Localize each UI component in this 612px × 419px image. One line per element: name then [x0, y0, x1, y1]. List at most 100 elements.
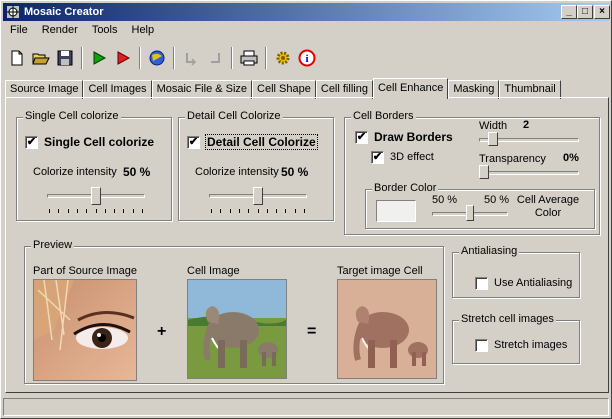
menu-bar: File Render Tools Help: [3, 22, 161, 40]
slider-ticks: [49, 209, 143, 213]
color-mix-slider[interactable]: [466, 205, 474, 221]
info-icon[interactable]: i: [295, 47, 318, 70]
antialiasing-group: Antialiasing Use Antialiasing: [452, 245, 580, 298]
toolbar-separator: [231, 47, 233, 69]
group-title: Preview: [31, 239, 75, 251]
border-color-swatch[interactable]: [376, 200, 416, 222]
colorize-intensity-value: 50 %: [281, 165, 309, 179]
detail-cell-colorize-label: Detail Cell Colorize: [205, 134, 318, 150]
maximize-button[interactable]: □: [577, 5, 593, 19]
width-slider[interactable]: [488, 132, 498, 146]
group-title: Single Cell colorize: [23, 110, 121, 122]
group-title: Stretch cell images: [459, 313, 556, 325]
colorize-intensity-label: Colorize intensity: [195, 166, 279, 178]
transparency-slider-track: [479, 171, 579, 175]
slider-tick: [285, 209, 286, 213]
transparency-label: Transparency: [479, 153, 546, 165]
undo-icon[interactable]: [179, 47, 202, 70]
stretch-images-checkbox[interactable]: [475, 339, 488, 352]
draw-borders-checkbox[interactable]: ✔: [355, 131, 368, 144]
slider-tick: [239, 209, 240, 213]
group-title: Border Color: [372, 182, 439, 194]
redo-icon[interactable]: [203, 47, 226, 70]
detail-cell-colorize-checkbox[interactable]: ✔: [187, 136, 200, 149]
slider-tick: [49, 209, 50, 213]
single-cell-colorize-group: Single Cell colorize ✔ Single Cell color…: [16, 110, 172, 221]
use-antialiasing-checkbox[interactable]: [475, 277, 488, 290]
color-mix-left-value: 50 %: [432, 194, 458, 206]
save-icon[interactable]: [53, 47, 76, 70]
menu-file[interactable]: File: [3, 22, 35, 40]
source-image-label: Part of Source Image: [33, 265, 137, 277]
3d-effect-label: 3D effect: [390, 151, 434, 163]
group-title: Antialiasing: [459, 245, 520, 257]
slider-tick: [114, 209, 115, 213]
slider-tick: [267, 209, 268, 213]
slider-tick: [304, 209, 305, 213]
slider-tick: [230, 209, 231, 213]
detail-cell-colorize-group: Detail Cell Colorize ✔ Detail Cell Color…: [178, 110, 334, 221]
width-value: 2: [523, 119, 530, 131]
plus-sign: +: [157, 323, 167, 340]
slider-tick: [142, 209, 143, 213]
preview-group: Preview Part of Source Image Cell Image …: [24, 239, 444, 384]
colorize-intensity-label: Colorize intensity: [33, 166, 117, 178]
colorize-intensity-slider[interactable]: [253, 187, 263, 205]
3d-effect-checkbox[interactable]: ✔: [371, 151, 384, 164]
use-antialiasing-label: Use Antialiasing: [494, 277, 573, 289]
stretch-images-label: Stretch images: [494, 339, 568, 351]
slider-tick: [58, 209, 59, 213]
title-bar: Mosaic Creator _ □ ×: [3, 3, 610, 21]
run-icon[interactable]: [87, 47, 110, 70]
source-image-preview: [33, 279, 137, 381]
colorize-intensity-value: 50 %: [123, 165, 151, 179]
tab-strip: Source Image Cell Images Mosaic File & S…: [5, 78, 561, 99]
slider-tick: [220, 209, 221, 213]
cell-image-preview: [187, 279, 287, 379]
toolbar-separator: [139, 47, 141, 69]
print-icon[interactable]: [237, 47, 260, 70]
toolbar-separator: [81, 47, 83, 69]
slider-tick: [258, 209, 259, 213]
slider-tick: [105, 209, 106, 213]
cell-enhance-panel: Single Cell colorize ✔ Single Cell color…: [5, 97, 609, 393]
app-icon: [7, 6, 19, 18]
run-red-icon[interactable]: [111, 47, 134, 70]
border-color-group: Border Color 50 % 50 % Cell Average Colo…: [365, 182, 595, 229]
slider-tick: [68, 209, 69, 213]
toolbar-separator: [173, 47, 175, 69]
open-folder-icon[interactable]: [29, 47, 52, 70]
slider-tick: [77, 209, 78, 213]
slider-tick: [123, 209, 124, 213]
group-title: Cell Borders: [351, 110, 416, 122]
transparency-slider[interactable]: [479, 165, 489, 179]
menu-render[interactable]: Render: [35, 22, 85, 40]
close-button[interactable]: ×: [594, 5, 610, 19]
single-cell-colorize-label: Single Cell colorize: [44, 135, 155, 149]
globe-icon[interactable]: [145, 47, 168, 70]
stretch-cell-images-group: Stretch cell images Stretch images: [452, 313, 580, 364]
slider-tick: [295, 209, 296, 213]
svg-text:i: i: [305, 53, 308, 65]
target-cell-label: Target image Cell: [337, 265, 423, 277]
menu-help[interactable]: Help: [125, 22, 162, 40]
minimize-button[interactable]: _: [561, 5, 577, 19]
single-cell-colorize-checkbox[interactable]: ✔: [25, 136, 38, 149]
tab-cell-enhance[interactable]: Cell Enhance: [372, 78, 449, 99]
slider-tick: [133, 209, 134, 213]
slider-tick: [96, 209, 97, 213]
transparency-value: 0%: [563, 152, 579, 164]
new-file-icon[interactable]: [5, 47, 28, 70]
settings-gear-icon[interactable]: [271, 47, 294, 70]
colorize-intensity-slider[interactable]: [91, 187, 101, 205]
toolbar-separator: [265, 47, 267, 69]
color-mix-right-value: 50 %: [484, 194, 510, 206]
equals-sign: =: [307, 323, 317, 340]
draw-borders-label: Draw Borders: [374, 130, 453, 144]
cell-average-color-label: Cell Average Color: [516, 194, 580, 219]
cell-borders-group: Cell Borders ✔ Draw Borders ✔ 3D effect …: [344, 110, 600, 235]
menu-tools[interactable]: Tools: [85, 22, 125, 40]
slider-tick: [276, 209, 277, 213]
slider-tick: [86, 209, 87, 213]
app-window: Mosaic Creator _ □ × File Render Tools H…: [0, 0, 612, 419]
